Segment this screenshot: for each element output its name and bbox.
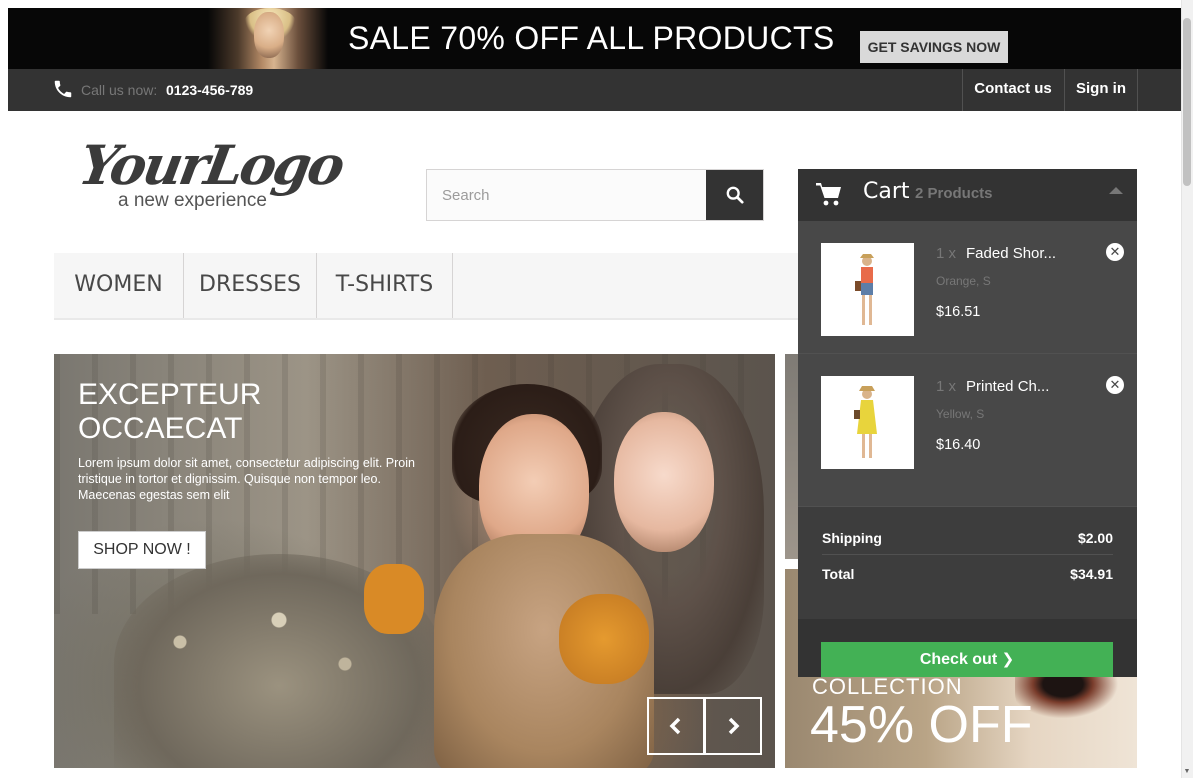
chevron-left-icon (669, 717, 681, 735)
phone-number: 0123-456-789 (166, 82, 254, 98)
shop-now-button[interactable]: SHOP NOW ! (78, 531, 206, 569)
menu-item-dresses[interactable]: DRESSES (184, 253, 317, 318)
cart-item: 1 x Printed Ch... Yellow, S $16.40 ✕ (798, 354, 1137, 507)
slider-next-button[interactable] (704, 697, 762, 755)
call-label: Call us now: (81, 82, 158, 98)
cart-dropdown: 1 x Faded Shor... Orange, S $16.51 ✕ 1 x… (798, 221, 1137, 677)
cart-header[interactable]: Cart 2 Products (798, 169, 1137, 221)
slider-prev-button[interactable] (647, 697, 705, 755)
checkout-button[interactable]: Check out ❯ (821, 642, 1113, 677)
shipping-value: $2.00 (1077, 530, 1113, 546)
item-price: $16.51 (936, 304, 981, 320)
top-nav: Call us now: 0123-456-789 Contact us Sig… (8, 69, 1182, 111)
page-scrollbar[interactable]: ▼ (1181, 0, 1193, 778)
promo-banner[interactable]: SALE 70% OFF ALL PRODUCTS GET SAVINGS NO… (8, 8, 1182, 69)
cart-title: Cart (863, 179, 910, 204)
chevron-right-icon (728, 717, 740, 735)
page: SALE 70% OFF ALL PRODUCTS GET SAVINGS NO… (0, 0, 1193, 778)
total-row: Total $34.91 (822, 557, 1113, 591)
checkout-label: Check out (919, 651, 998, 668)
item-name[interactable]: Faded Shor... (966, 245, 1056, 262)
search-input[interactable] (427, 170, 707, 220)
search-icon (726, 186, 744, 204)
site-logo[interactable]: YourLogo a new experience (70, 133, 360, 218)
total-label: Total (822, 566, 855, 582)
product-thumbnail[interactable] (821, 376, 914, 469)
shipping-row: Shipping $2.00 (822, 521, 1113, 555)
item-quantity: 1 x (936, 245, 957, 262)
get-savings-button[interactable]: GET SAVINGS NOW (860, 31, 1008, 63)
cart-item: 1 x Faded Shor... Orange, S $16.51 ✕ (798, 221, 1137, 354)
banner-headline: SALE 70% OFF ALL PRODUCTS (348, 20, 835, 56)
item-quantity: 1 x (936, 378, 957, 395)
item-attributes: Yellow, S (936, 407, 985, 421)
item-price: $16.40 (936, 437, 981, 453)
cart-count: 2 Products (915, 185, 993, 202)
ad-line2: 45% OFF (810, 696, 1033, 754)
remove-item-button[interactable]: ✕ (1106, 243, 1124, 261)
scrollbar-thumb[interactable] (1183, 18, 1191, 186)
cart-icon (816, 183, 841, 206)
sign-in-link[interactable]: Sign in (1064, 69, 1138, 111)
phone-icon (54, 80, 72, 98)
hero-title: EXCEPTEUR OCCAECAT (78, 378, 262, 445)
search-button[interactable] (706, 170, 763, 220)
menu-item-women[interactable]: WOMEN (54, 253, 184, 318)
scroll-down-icon[interactable]: ▼ (1183, 768, 1191, 776)
contact-us-link[interactable]: Contact us (962, 69, 1063, 111)
shipping-label: Shipping (822, 530, 882, 546)
menu-item-tshirts[interactable]: T-SHIRTS (317, 253, 453, 318)
item-attributes: Orange, S (936, 274, 991, 288)
hero-slider[interactable]: EXCEPTEUR OCCAECAT Lorem ipsum dolor sit… (54, 354, 775, 768)
logo-tagline: a new experience (118, 190, 267, 211)
cart-totals: Shipping $2.00 Total $34.91 (798, 507, 1137, 619)
total-value: $34.91 (1070, 566, 1113, 582)
logo-script: YourLogo (74, 133, 348, 197)
search-bar (426, 169, 764, 221)
caret-up-icon (1109, 187, 1123, 194)
item-name[interactable]: Printed Ch... (966, 378, 1049, 395)
remove-item-button[interactable]: ✕ (1106, 376, 1124, 394)
hero-description: Lorem ipsum dolor sit amet, consectetur … (78, 456, 415, 502)
cart-footer: Check out ❯ (798, 619, 1137, 677)
product-thumbnail[interactable] (821, 243, 914, 336)
chevron-right-icon: ❯ (1001, 651, 1015, 668)
hero-model-face (614, 412, 714, 552)
